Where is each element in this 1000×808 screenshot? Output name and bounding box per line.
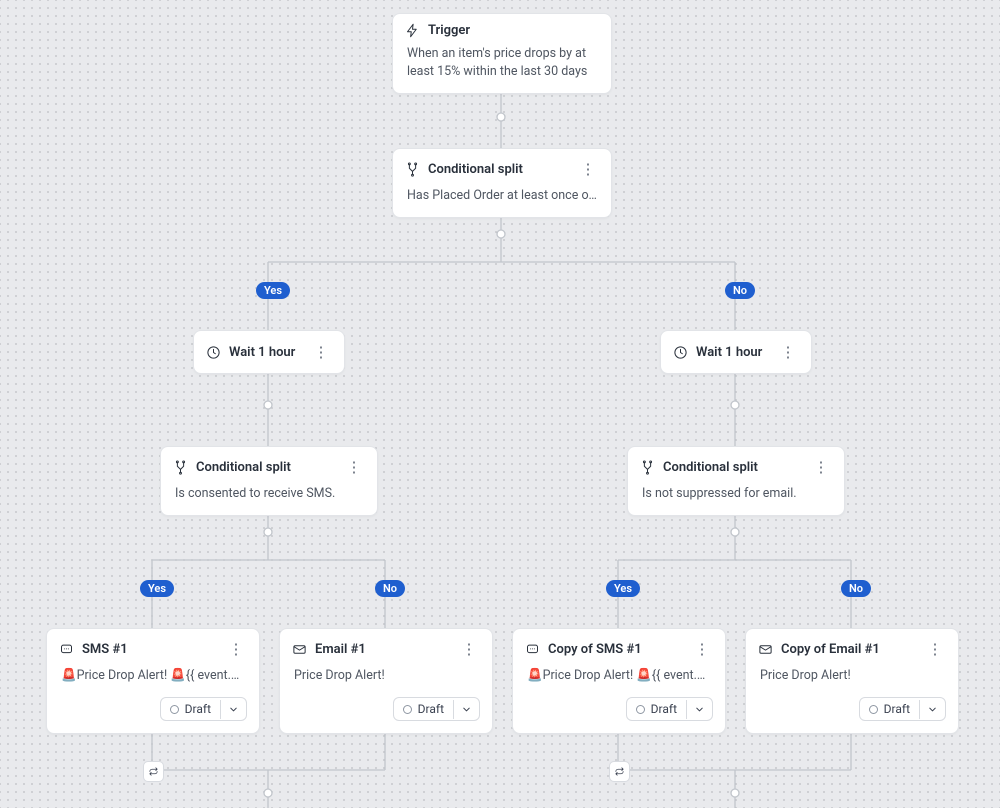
chevron-down-icon xyxy=(686,700,712,719)
email-card[interactable]: Copy of Email #1 ⋮ Price Drop Alert! Dra… xyxy=(745,628,959,734)
status-dot-icon xyxy=(403,705,412,714)
branch-label-yes: Yes xyxy=(140,580,174,597)
status-label: Draft xyxy=(418,702,444,716)
chevron-down-icon xyxy=(453,700,479,719)
card-description: Is not suppressed for email. xyxy=(628,485,844,515)
card-title: Wait 1 hour xyxy=(696,345,769,360)
card-description: Is consented to receive SMS. xyxy=(161,485,377,515)
branch-label-no: No xyxy=(725,282,755,299)
status-dropdown[interactable]: Draft xyxy=(393,697,480,721)
status-dropdown[interactable]: Draft xyxy=(160,697,247,721)
trigger-card[interactable]: Trigger When an item's price drops by at… xyxy=(392,13,612,94)
branch-label-no: No xyxy=(841,580,871,597)
status-dot-icon xyxy=(170,705,179,714)
wait-card[interactable]: Wait 1 hour ⋮ xyxy=(660,330,812,374)
branch-icon xyxy=(405,162,420,177)
email-card[interactable]: Email #1 ⋮ Price Drop Alert! Draft xyxy=(279,628,493,734)
more-icon[interactable]: ⋮ xyxy=(810,456,832,478)
status-dropdown[interactable]: Draft xyxy=(859,697,946,721)
status-label: Draft xyxy=(884,702,910,716)
chevron-down-icon xyxy=(220,700,246,719)
more-icon[interactable]: ⋮ xyxy=(310,341,332,363)
conditional-split-card[interactable]: Conditional split ⋮ Has Placed Order at … xyxy=(392,148,612,218)
status-dropdown[interactable]: Draft xyxy=(626,697,713,721)
sms-icon xyxy=(59,642,74,657)
status-dot-icon xyxy=(636,705,645,714)
branch-label-yes: Yes xyxy=(606,580,640,597)
lightning-icon xyxy=(405,23,420,38)
card-description: Has Placed Order at least once over all … xyxy=(393,187,611,217)
loop-icon[interactable] xyxy=(609,761,630,782)
card-title: Conditional split xyxy=(196,460,335,475)
conditional-split-card[interactable]: Conditional split ⋮ Is consented to rece… xyxy=(160,446,378,516)
card-title: Copy of SMS #1 xyxy=(548,642,683,657)
card-description: 🚨Price Drop Alert! 🚨{{ event.product_n… xyxy=(513,667,725,697)
chevron-down-icon xyxy=(919,700,945,719)
loop-icon[interactable] xyxy=(143,761,164,782)
more-icon[interactable]: ⋮ xyxy=(458,638,480,660)
card-title: Conditional split xyxy=(428,162,569,177)
card-title: Wait 1 hour xyxy=(229,345,302,360)
sms-card[interactable]: Copy of SMS #1 ⋮ 🚨Price Drop Alert! 🚨{{ … xyxy=(512,628,726,734)
sms-icon xyxy=(525,642,540,657)
card-title: SMS #1 xyxy=(82,642,217,657)
email-icon xyxy=(758,642,773,657)
more-icon[interactable]: ⋮ xyxy=(924,638,946,660)
clock-icon xyxy=(206,345,221,360)
wait-card[interactable]: Wait 1 hour ⋮ xyxy=(193,330,345,374)
email-icon xyxy=(292,642,307,657)
card-description: Price Drop Alert! xyxy=(746,667,958,697)
conditional-split-card[interactable]: Conditional split ⋮ Is not suppressed fo… xyxy=(627,446,845,516)
branch-icon xyxy=(640,460,655,475)
more-icon[interactable]: ⋮ xyxy=(343,456,365,478)
status-label: Draft xyxy=(651,702,677,716)
branch-label-yes: Yes xyxy=(256,282,290,299)
card-title: Copy of Email #1 xyxy=(781,642,916,657)
card-description: When an item's price drops by at least 1… xyxy=(393,45,611,93)
card-description: 🚨Price Drop Alert! 🚨{{ event.product_n… xyxy=(47,667,259,697)
branch-label-no: No xyxy=(375,580,405,597)
sms-card[interactable]: SMS #1 ⋮ 🚨Price Drop Alert! 🚨{{ event.pr… xyxy=(46,628,260,734)
status-dot-icon xyxy=(869,705,878,714)
more-icon[interactable]: ⋮ xyxy=(577,158,599,180)
more-icon[interactable]: ⋮ xyxy=(777,341,799,363)
card-description: Price Drop Alert! xyxy=(280,667,492,697)
more-icon[interactable]: ⋮ xyxy=(225,638,247,660)
card-title: Conditional split xyxy=(663,460,802,475)
clock-icon xyxy=(673,345,688,360)
card-title: Trigger xyxy=(428,23,599,38)
status-label: Draft xyxy=(185,702,211,716)
card-title: Email #1 xyxy=(315,642,450,657)
more-icon[interactable]: ⋮ xyxy=(691,638,713,660)
branch-icon xyxy=(173,460,188,475)
